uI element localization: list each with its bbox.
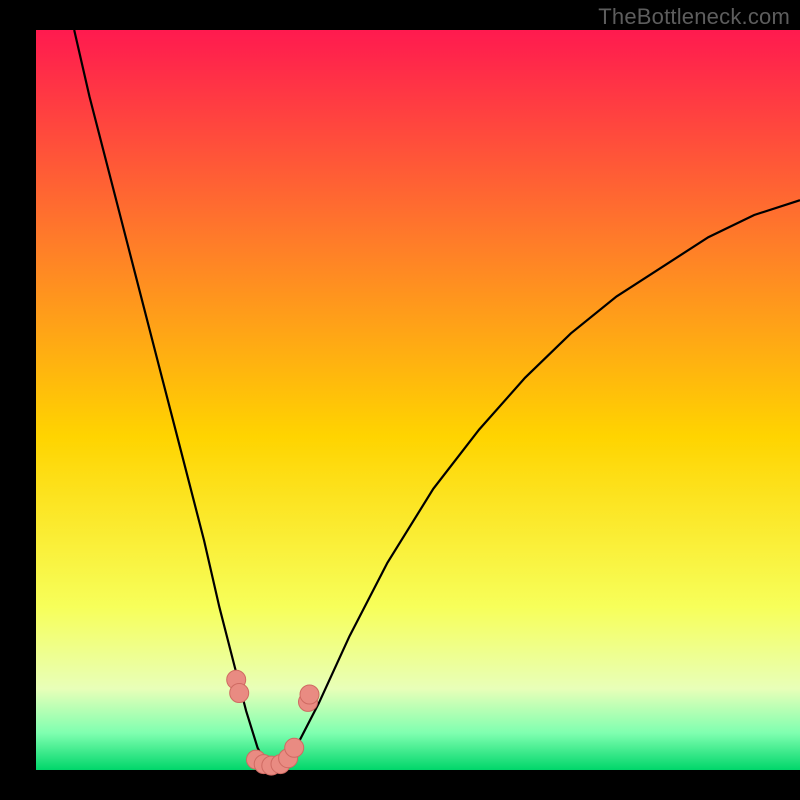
data-marker [230,684,249,703]
plot-area [36,30,800,770]
gradient-background [36,30,800,770]
watermark-text: TheBottleneck.com [598,4,790,30]
bottleneck-chart [0,0,800,800]
data-marker [300,685,319,704]
chart-frame: TheBottleneck.com [0,0,800,800]
data-marker [285,738,304,757]
